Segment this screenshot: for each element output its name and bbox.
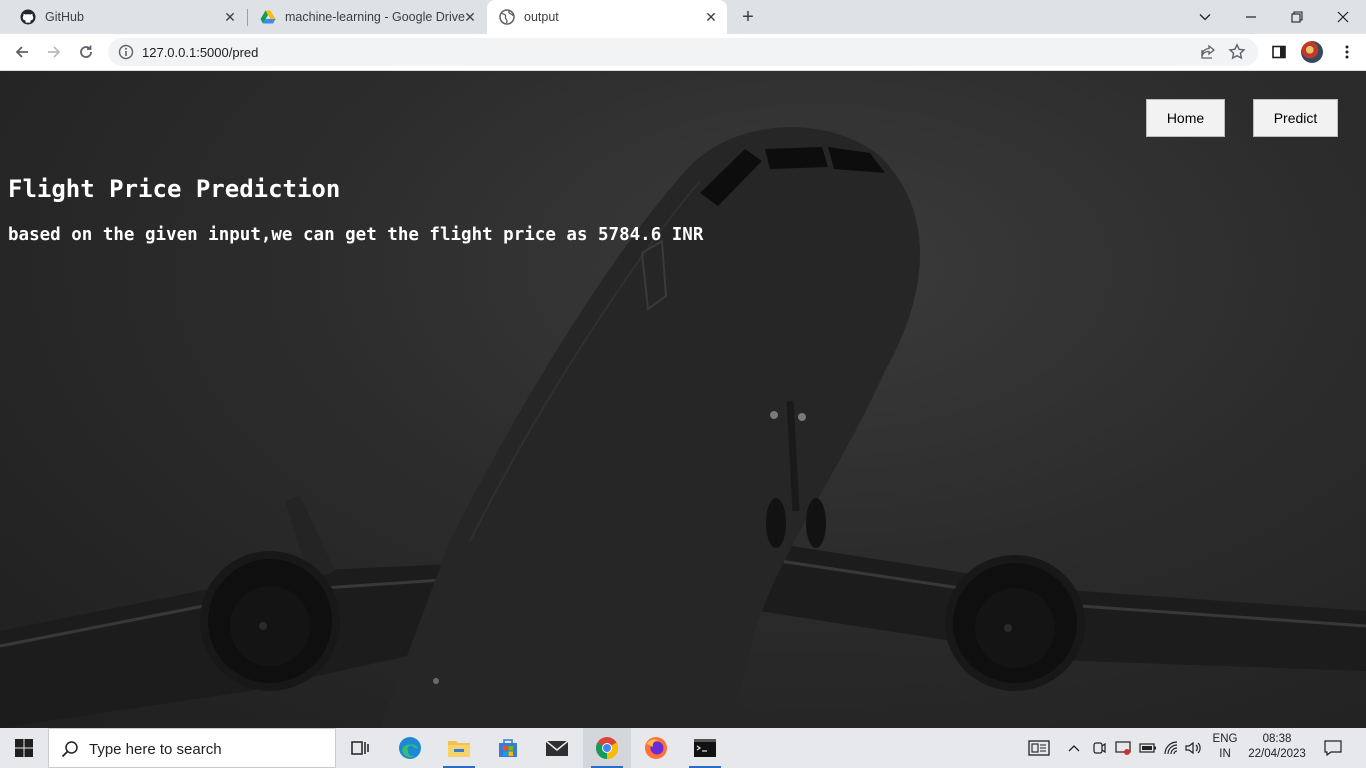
reload-icon <box>80 45 92 58</box>
forward-button[interactable] <box>42 40 66 64</box>
news-icon <box>1028 740 1050 756</box>
network-button[interactable] <box>1162 728 1182 768</box>
minimize-button[interactable] <box>1228 0 1274 34</box>
minimize-icon <box>1246 16 1256 18</box>
address-bar[interactable]: 127.0.0.1:5000/pred <box>108 38 1258 66</box>
input-language-indicator[interactable]: ENG IN <box>1210 732 1240 762</box>
terminal-app-button[interactable] <box>681 728 729 768</box>
restore-button[interactable] <box>1274 0 1320 34</box>
start-button[interactable] <box>0 728 48 768</box>
tab-label: GitHub <box>45 10 84 24</box>
file-explorer-app-button[interactable] <box>435 728 483 768</box>
show-hidden-icons-button[interactable] <box>1066 728 1082 768</box>
browser-toolbar: 127.0.0.1:5000/pred <box>0 34 1366 71</box>
tab-output[interactable]: output ✕ <box>487 0 727 34</box>
profile-avatar[interactable] <box>1301 41 1323 63</box>
battery-icon <box>1139 743 1156 753</box>
share-icon[interactable] <box>1200 44 1216 60</box>
speaker-icon <box>1185 741 1201 755</box>
close-tab-icon[interactable]: ✕ <box>462 9 478 25</box>
airplane-background-image <box>0 127 1366 728</box>
more-vert-icon <box>1345 45 1349 59</box>
info-icon[interactable] <box>118 44 134 60</box>
taskbar-search-box[interactable]: Type here to search <box>48 728 336 768</box>
task-view-button[interactable] <box>336 728 384 768</box>
github-icon <box>20 9 36 25</box>
close-tab-icon[interactable]: ✕ <box>703 9 719 25</box>
new-tab-button[interactable]: + <box>738 7 758 27</box>
region-code: IN <box>1219 748 1231 760</box>
chrome-icon <box>596 737 618 759</box>
mail-app-button[interactable] <box>533 728 581 768</box>
tab-google-drive[interactable]: machine-learning - Google Drive ✕ <box>248 0 486 34</box>
meet-now-button[interactable] <box>1090 728 1108 768</box>
close-window-button[interactable] <box>1320 0 1366 34</box>
terminal-icon <box>694 739 716 757</box>
side-panel-icon <box>1272 45 1286 59</box>
home-button[interactable]: Home <box>1146 99 1225 137</box>
clock-time: 08:38 <box>1262 733 1292 745</box>
news-widget-button[interactable] <box>1026 728 1052 768</box>
file-explorer-icon <box>448 741 470 757</box>
chevron-down-icon <box>1199 14 1211 21</box>
clock-date: 22/04/2023 <box>1248 748 1306 760</box>
reload-button[interactable] <box>74 40 98 64</box>
mail-icon <box>545 740 569 756</box>
chrome-app-button[interactable] <box>583 728 631 768</box>
restore-icon <box>1291 11 1303 23</box>
close-icon <box>1337 11 1349 23</box>
tab-github[interactable]: GitHub ✕ <box>8 0 246 34</box>
browser-tabstrip: GitHub ✕ machine-learning - Google Drive… <box>0 0 1366 34</box>
predict-button[interactable]: Predict <box>1253 99 1338 137</box>
language-code: ENG <box>1212 733 1238 745</box>
presentation-status-button[interactable] <box>1113 728 1133 768</box>
back-button[interactable] <box>10 40 34 64</box>
page-viewport: Home Predict Flight Price Prediction bas… <box>0 71 1366 728</box>
edge-icon <box>399 737 421 759</box>
edge-app-button[interactable] <box>386 728 434 768</box>
globe-icon <box>499 9 515 25</box>
page-title: Flight Price Prediction <box>8 175 341 203</box>
task-view-icon <box>351 741 369 755</box>
wifi-icon <box>1164 741 1178 755</box>
volume-button[interactable] <box>1184 728 1204 768</box>
battery-button[interactable] <box>1138 728 1158 768</box>
tab-label: machine-learning - Google Drive <box>285 10 465 24</box>
arrow-right-icon <box>48 46 61 58</box>
bookmark-star-icon[interactable] <box>1228 43 1246 61</box>
side-panel-button[interactable] <box>1267 40 1291 64</box>
system-clock[interactable]: 08:38 22/04/2023 <box>1244 732 1310 762</box>
windows-taskbar: Type here to search ENG IN 08:38 22/04/2… <box>0 728 1366 768</box>
microsoft-store-app-button[interactable] <box>484 728 532 768</box>
display-icon <box>1115 741 1131 755</box>
arrow-left-icon <box>15 46 28 58</box>
prediction-result-text: based on the given input,we can get the … <box>8 225 704 245</box>
webcam-icon <box>1093 742 1106 754</box>
browser-menu-button[interactable] <box>1335 40 1359 64</box>
windows-logo-icon <box>15 739 33 757</box>
url-text[interactable]: 127.0.0.1:5000/pred <box>142 45 258 60</box>
notification-icon <box>1324 740 1342 756</box>
chevron-up-icon <box>1068 745 1080 752</box>
search-icon <box>61 741 78 758</box>
close-tab-icon[interactable]: ✕ <box>222 9 238 25</box>
google-drive-icon <box>260 10 276 24</box>
tab-label: output <box>524 10 559 24</box>
notification-center-button[interactable] <box>1320 728 1346 768</box>
tab-search-button[interactable] <box>1182 0 1228 34</box>
search-placeholder: Type here to search <box>89 741 222 758</box>
microsoft-store-icon <box>499 739 517 757</box>
firefox-icon <box>645 737 667 759</box>
firefox-app-button[interactable] <box>632 728 680 768</box>
